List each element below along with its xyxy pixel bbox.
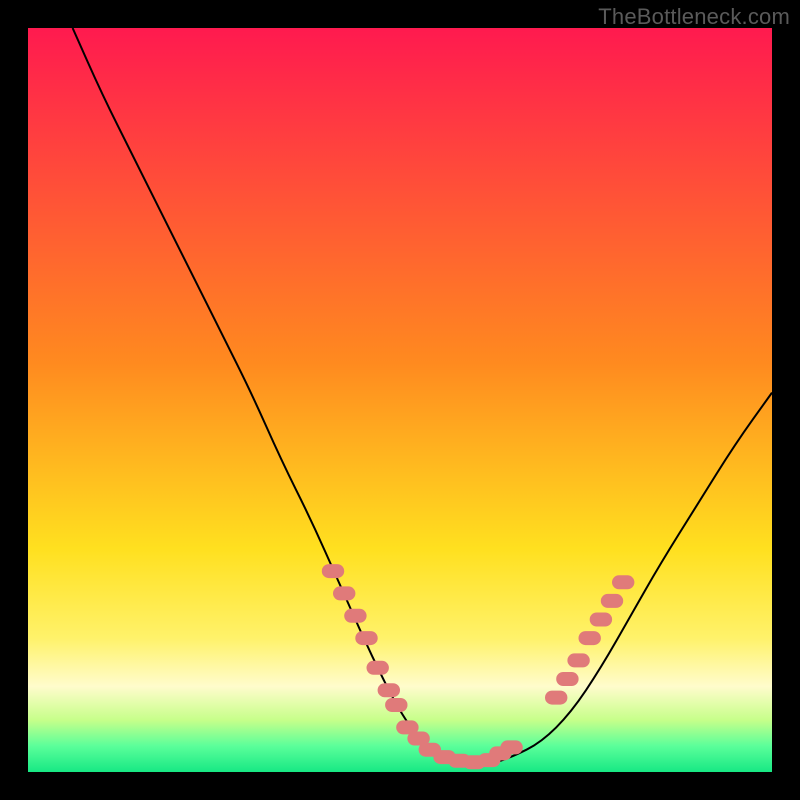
marker-right-cluster (590, 613, 612, 627)
marker-valley-cluster (385, 698, 407, 712)
marker-left-cluster (355, 631, 377, 645)
marker-right-cluster (601, 594, 623, 608)
chart-svg (28, 28, 772, 772)
plot-area (28, 28, 772, 772)
marker-left-cluster (367, 661, 389, 675)
marker-right-cluster (612, 575, 634, 589)
marker-left-cluster (344, 609, 366, 623)
chart-frame: TheBottleneck.com (0, 0, 800, 800)
marker-left-cluster (333, 586, 355, 600)
marker-right-cluster (567, 653, 589, 667)
marker-right-cluster (545, 691, 567, 705)
marker-right-cluster (579, 631, 601, 645)
chart-background (28, 28, 772, 772)
watermark-text: TheBottleneck.com (598, 4, 790, 30)
marker-right-cluster (556, 672, 578, 686)
marker-valley-cluster (500, 740, 522, 754)
marker-left-cluster (322, 564, 344, 578)
marker-left-cluster (378, 683, 400, 697)
